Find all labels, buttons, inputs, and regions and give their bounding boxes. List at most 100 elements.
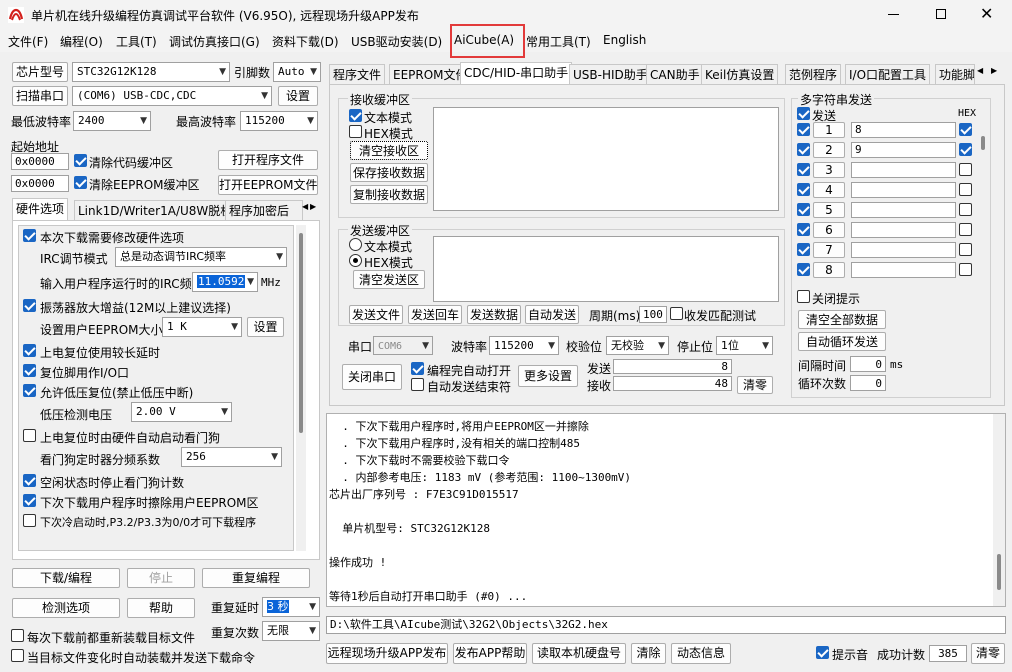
row-send-button[interactable]: 7 bbox=[813, 242, 845, 258]
row-data-input[interactable] bbox=[851, 262, 956, 278]
row-send-button[interactable]: 4 bbox=[813, 182, 845, 198]
receive-textarea[interactable] bbox=[433, 107, 779, 211]
chip-model-button[interactable]: 芯片型号 bbox=[12, 62, 68, 82]
remote-publish-button[interactable]: 远程现场升级APP发布 bbox=[326, 643, 448, 664]
eeprom-set-button[interactable]: 设置 bbox=[247, 317, 284, 337]
lvr-checkbox[interactable] bbox=[23, 384, 36, 397]
scrollbar-thumb[interactable] bbox=[997, 554, 1001, 590]
chip-model-select[interactable]: STC32G12K128 ▼ bbox=[72, 62, 230, 82]
row-data-input[interactable] bbox=[851, 222, 956, 238]
row-data-input[interactable] bbox=[851, 162, 956, 178]
dynamic-info-button[interactable]: 动态信息 bbox=[671, 643, 731, 664]
auto-loop-button[interactable]: 自动循环发送 bbox=[798, 332, 886, 351]
row-hex-checkbox[interactable] bbox=[959, 203, 972, 216]
save-receive-button[interactable]: 保存接收数据 bbox=[350, 163, 428, 182]
pin-count-select[interactable]: Auto ▼ bbox=[273, 62, 321, 82]
modify-hw-checkbox[interactable] bbox=[23, 229, 36, 242]
row-send-button[interactable]: 3 bbox=[813, 162, 845, 178]
tab-keil[interactable]: Keil仿真设置 bbox=[701, 64, 779, 84]
row-data-input[interactable]: 9 bbox=[851, 142, 956, 158]
scrollbar-thumb[interactable] bbox=[299, 233, 303, 433]
hardware-scrollbar[interactable] bbox=[296, 225, 306, 551]
row-send-button[interactable]: 1 bbox=[813, 122, 845, 138]
clear-send-button[interactable]: 清空发送区 bbox=[353, 270, 425, 289]
reset-delay-checkbox[interactable] bbox=[23, 344, 36, 357]
eeprom-address-input[interactable]: 0x0000 bbox=[11, 175, 69, 192]
close-hint-checkbox[interactable] bbox=[797, 290, 810, 303]
send-enter-button[interactable]: 发送回车 bbox=[408, 305, 462, 324]
tab-scroll-left-icon[interactable]: ◀ bbox=[977, 66, 983, 75]
interval-input[interactable]: 0 bbox=[850, 356, 886, 372]
row-enable-checkbox[interactable] bbox=[797, 263, 810, 276]
osc-gain-checkbox[interactable] bbox=[23, 299, 36, 312]
output-log[interactable]: . 下次下载用户程序时,将用户EEPROM区一并擦除 . 下次下载用户程序时,没… bbox=[326, 413, 1006, 607]
repeat-delay-select[interactable]: 3 秒 ▼ bbox=[262, 597, 320, 617]
min-baud-select[interactable]: 2400 ▼ bbox=[73, 111, 151, 131]
wdt-div-select[interactable]: 256 ▼ bbox=[181, 447, 282, 467]
open-after-program-checkbox[interactable] bbox=[411, 362, 424, 375]
recv-hex-mode-checkbox[interactable] bbox=[349, 125, 362, 138]
row-send-button[interactable]: 8 bbox=[813, 262, 845, 278]
reload-checkbox[interactable] bbox=[11, 629, 24, 642]
tab-scroll-right-icon[interactable]: ▶ bbox=[310, 202, 316, 211]
row-hex-checkbox[interactable] bbox=[959, 223, 972, 236]
close-port-button[interactable]: 关闭串口 bbox=[342, 364, 402, 390]
open-program-file-button[interactable]: 打开程序文件 bbox=[218, 150, 318, 170]
irc-mode-select[interactable]: 总是动态调节IRC频率 ▼ bbox=[115, 247, 287, 267]
port-settings-button[interactable]: 设置 bbox=[278, 86, 318, 106]
minimize-icon[interactable] bbox=[888, 14, 899, 15]
cold-boot-checkbox[interactable] bbox=[23, 514, 36, 527]
reset-pin-checkbox[interactable] bbox=[23, 364, 36, 377]
row-enable-checkbox[interactable] bbox=[797, 143, 810, 156]
row-send-button[interactable]: 5 bbox=[813, 202, 845, 218]
menu-debug[interactable]: 调试仿真接口(G) bbox=[169, 33, 260, 50]
read-disk-id-button[interactable]: 读取本机硬盘号 bbox=[532, 643, 626, 664]
tab-examples[interactable]: 范例程序 bbox=[785, 64, 842, 84]
idle-wdt-checkbox[interactable] bbox=[23, 474, 36, 487]
scan-port-button[interactable]: 扫描串口 bbox=[12, 86, 68, 106]
auto-send-button[interactable]: 自动发送 bbox=[525, 305, 579, 324]
tab-functions[interactable]: 功能脚 bbox=[935, 64, 975, 84]
send-file-button[interactable]: 发送文件 bbox=[349, 305, 403, 324]
tab-scroll-left-icon[interactable]: ◀ bbox=[302, 202, 308, 211]
publish-help-button[interactable]: 发布APP帮助 bbox=[453, 643, 527, 664]
row-send-button[interactable]: 2 bbox=[813, 142, 845, 158]
code-address-input[interactable]: 0x0000 bbox=[11, 153, 69, 170]
repeat-count-select[interactable]: 无限 ▼ bbox=[262, 621, 320, 641]
scrollbar-thumb[interactable] bbox=[981, 136, 985, 150]
match-test-checkbox[interactable] bbox=[670, 307, 683, 320]
send-textarea[interactable] bbox=[433, 236, 779, 302]
multi-send-all-checkbox[interactable] bbox=[797, 107, 810, 120]
row-hex-checkbox[interactable] bbox=[959, 183, 972, 196]
open-eeprom-file-button[interactable]: 打开EEPROM文件 bbox=[218, 175, 318, 195]
row-hex-checkbox[interactable] bbox=[959, 263, 972, 276]
menu-usb[interactable]: USB驱动安装(D) bbox=[351, 33, 442, 50]
row-data-input[interactable] bbox=[851, 242, 956, 258]
irc-freq-select[interactable]: 11.0592 ▼ bbox=[192, 272, 258, 292]
max-baud-select[interactable]: 115200 ▼ bbox=[240, 111, 318, 131]
tab-program-file[interactable]: 程序文件 bbox=[329, 64, 386, 84]
autosend-checkbox[interactable] bbox=[11, 649, 24, 662]
row-hex-checkbox[interactable] bbox=[959, 243, 972, 256]
period-input[interactable]: 100 bbox=[639, 306, 667, 323]
recv-text-mode-checkbox[interactable] bbox=[349, 109, 362, 122]
lvd-select[interactable]: 2.00 V ▼ bbox=[131, 402, 232, 422]
row-enable-checkbox[interactable] bbox=[797, 243, 810, 256]
row-send-button[interactable]: 6 bbox=[813, 222, 845, 238]
sound-checkbox[interactable] bbox=[816, 646, 829, 659]
send-text-mode-radio[interactable] bbox=[349, 238, 362, 251]
more-settings-button[interactable]: 更多设置 bbox=[518, 365, 578, 387]
row-enable-checkbox[interactable] bbox=[797, 223, 810, 236]
tab-usb-hid[interactable]: USB-HID助手 bbox=[569, 64, 652, 84]
row-hex-checkbox[interactable] bbox=[959, 143, 972, 156]
tab-hardware-options[interactable]: 硬件选项 bbox=[12, 198, 69, 220]
tab-serial-assistant[interactable]: CDC/HID-串口助手 bbox=[460, 62, 573, 84]
erase-eeprom-checkbox[interactable] bbox=[23, 494, 36, 507]
menu-download[interactable]: 资料下载(D) bbox=[272, 33, 339, 50]
clear-receive-button[interactable]: 清空接收区 bbox=[350, 141, 428, 160]
row-data-input[interactable] bbox=[851, 202, 956, 218]
eeprom-size-select[interactable]: 1 K ▼ bbox=[162, 317, 242, 337]
loop-count-input[interactable]: 0 bbox=[850, 375, 886, 391]
row-enable-checkbox[interactable] bbox=[797, 183, 810, 196]
auto-end-checkbox[interactable] bbox=[411, 378, 424, 391]
